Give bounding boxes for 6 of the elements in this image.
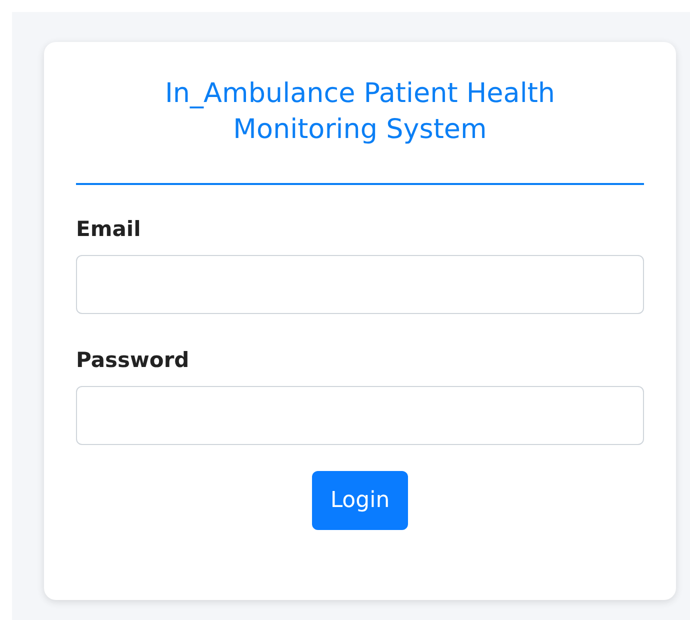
input-field[interactable]	[76, 255, 644, 314]
field-label: Email	[76, 217, 141, 241]
field-label: Password	[76, 348, 190, 372]
login-button[interactable]: Login	[312, 471, 408, 530]
input-field[interactable]	[76, 386, 644, 445]
page-title: In_Ambulance Patient Health Monitoring System	[164, 77, 556, 147]
